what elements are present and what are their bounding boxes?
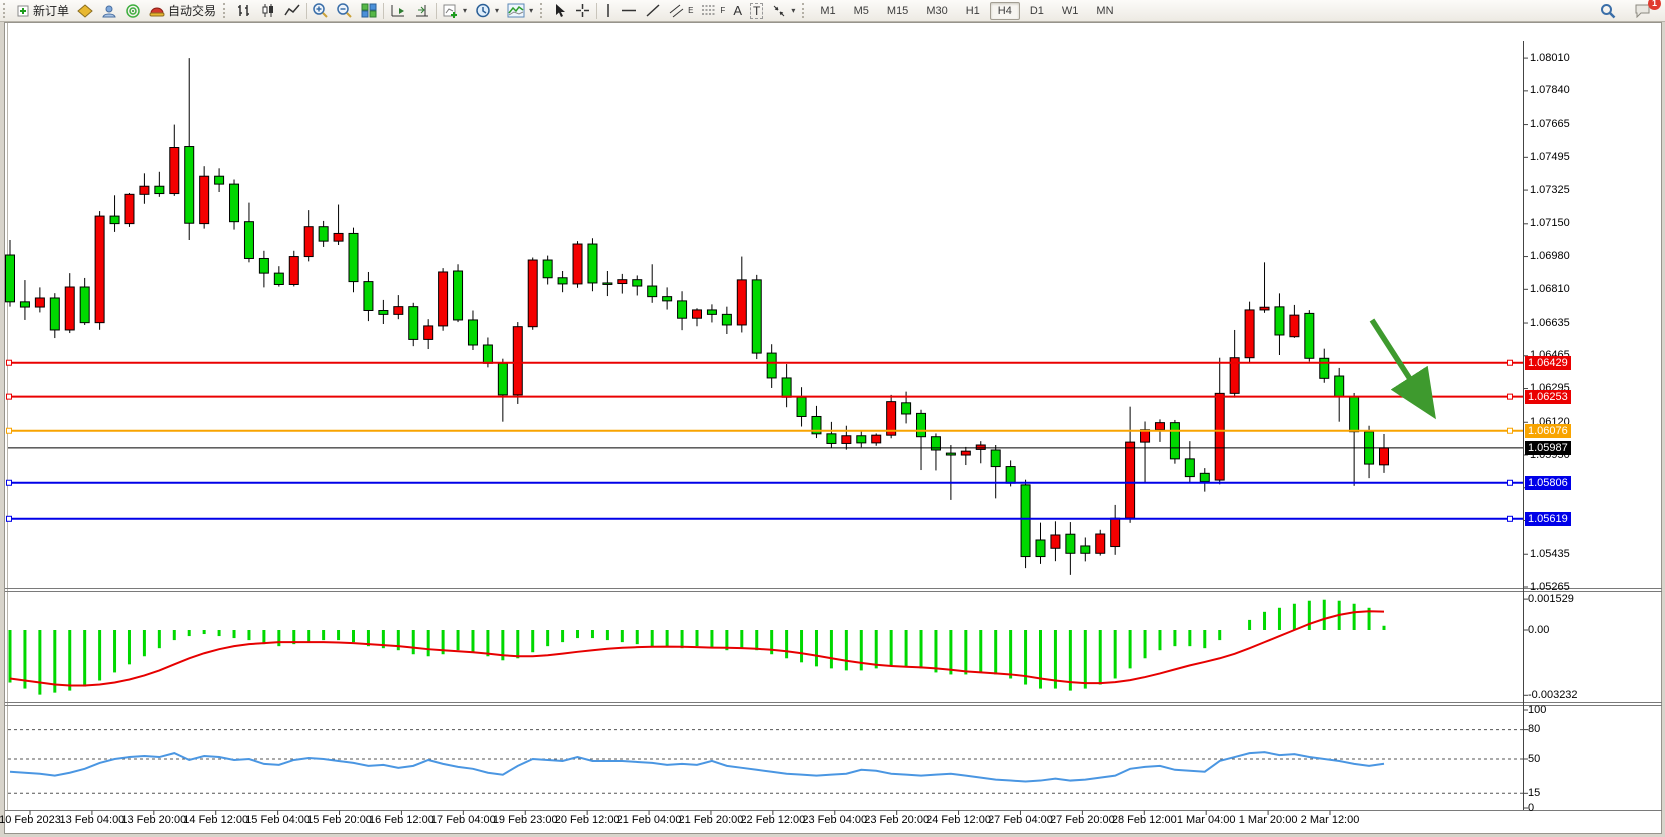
zoom-in-icon xyxy=(313,3,329,18)
timeframe-button-w1[interactable]: W1 xyxy=(1054,2,1087,20)
signals-button[interactable] xyxy=(121,1,145,21)
chart-candles-button[interactable] xyxy=(256,1,280,21)
text-tool-icon: A xyxy=(733,3,742,18)
indicators-icon xyxy=(507,3,525,18)
horizontal-line-button[interactable] xyxy=(617,1,641,21)
horizontal-line-icon xyxy=(621,3,637,18)
chart-line-button[interactable] xyxy=(280,1,304,21)
notifications-button[interactable]: 1 xyxy=(1630,1,1655,21)
search-button[interactable] xyxy=(1596,1,1620,21)
toolbar-separator xyxy=(306,3,307,19)
timeframe-button-m30[interactable]: M30 xyxy=(918,2,955,20)
arrow-objects-icon xyxy=(771,3,787,18)
indicators-dropdown[interactable]: ▾ xyxy=(503,1,537,21)
timeframe-button-h4[interactable]: H4 xyxy=(990,2,1020,20)
new-order-label: 新订单 xyxy=(33,2,69,19)
timeframe-button-mn[interactable]: MN xyxy=(1088,2,1121,20)
vertical-line-icon xyxy=(603,3,613,18)
vertical-line-button[interactable] xyxy=(599,1,617,21)
cursor-icon xyxy=(553,3,567,18)
autotrading-icon xyxy=(149,4,165,18)
autoscroll-icon xyxy=(390,3,406,18)
timeframe-button-m15[interactable]: M15 xyxy=(879,2,916,20)
crosshair-button[interactable] xyxy=(571,1,594,21)
autotrading-label: 自动交易 xyxy=(168,2,216,19)
timeframe-button-d1[interactable]: D1 xyxy=(1022,2,1052,20)
ohlc-bars-icon xyxy=(236,3,252,18)
fibonacci-button[interactable]: F xyxy=(697,1,729,21)
arrows-dropdown[interactable]: ▾ xyxy=(767,1,799,21)
timeframe-button-m1[interactable]: M1 xyxy=(812,2,843,20)
search-icon xyxy=(1600,3,1616,19)
mt4-window: 1.080101.078401.076651.074951.073251.071… xyxy=(0,0,1665,837)
chart-shift-icon xyxy=(414,3,430,18)
toolbar-grip xyxy=(540,3,546,18)
new-chart-dropdown[interactable]: ▾ xyxy=(439,1,471,21)
zoom-out-icon xyxy=(337,3,353,18)
toolbar-grip xyxy=(802,3,808,18)
chevron-down-icon: ▾ xyxy=(495,7,499,15)
chart-canvas xyxy=(0,0,1665,837)
crosshair-icon xyxy=(575,3,590,18)
channel-letter: E xyxy=(688,6,693,15)
toolbar-separator xyxy=(436,3,437,19)
tile-windows-icon xyxy=(361,3,377,18)
notification-badge: 1 xyxy=(1648,0,1661,10)
tile-windows-button[interactable] xyxy=(357,1,381,21)
timeframe-button-h1[interactable]: H1 xyxy=(958,2,988,20)
zoom-in-button[interactable] xyxy=(309,1,333,21)
periods-dropdown[interactable]: ▾ xyxy=(471,1,503,21)
chart-bars-button[interactable] xyxy=(232,1,256,21)
toolbar-separator xyxy=(596,3,597,19)
chevron-down-icon: ▾ xyxy=(463,7,467,15)
cursor-button[interactable] xyxy=(549,1,571,21)
chevron-down-icon: ▾ xyxy=(529,7,533,15)
trendline-button[interactable] xyxy=(641,1,665,21)
new-order-icon xyxy=(16,4,30,18)
line-chart-icon xyxy=(284,3,300,18)
chart-autoscroll-button[interactable] xyxy=(386,1,410,21)
text-label-button[interactable]: T xyxy=(746,1,767,21)
zoom-out-button[interactable] xyxy=(333,1,357,21)
text-button[interactable]: A xyxy=(729,1,746,21)
autotrading-button[interactable]: 自动交易 xyxy=(145,1,220,21)
channel-icon xyxy=(669,3,685,18)
candlestick-icon xyxy=(260,3,276,18)
person-icon xyxy=(101,4,117,18)
chart-shift-button[interactable] xyxy=(410,1,434,21)
new-chart-icon xyxy=(443,3,459,18)
top-toolbar: 新订单 自动交易 xyxy=(0,0,1665,22)
new-order-button[interactable]: 新订单 xyxy=(12,1,73,21)
timeframe-toolbar: M1M5M15M30H1H4D1W1MN xyxy=(811,2,1122,20)
label-tool-icon: T xyxy=(750,3,763,19)
toolbar-grip xyxy=(223,3,229,18)
equidistant-channel-button[interactable]: E xyxy=(665,1,697,21)
sonar-icon xyxy=(125,4,141,18)
fibo-letter: F xyxy=(720,6,725,15)
timeframe-button-m5[interactable]: M5 xyxy=(846,2,877,20)
deposit-button[interactable] xyxy=(73,1,97,21)
chevron-down-icon: ▾ xyxy=(791,7,795,15)
toolbar-separator xyxy=(383,3,384,19)
trendline-icon xyxy=(645,3,661,18)
gold-tag-icon xyxy=(77,4,93,18)
fibonacci-icon xyxy=(701,3,717,18)
toolbar-grip xyxy=(3,3,9,18)
support-button[interactable] xyxy=(97,1,121,21)
clock-icon xyxy=(475,3,491,18)
